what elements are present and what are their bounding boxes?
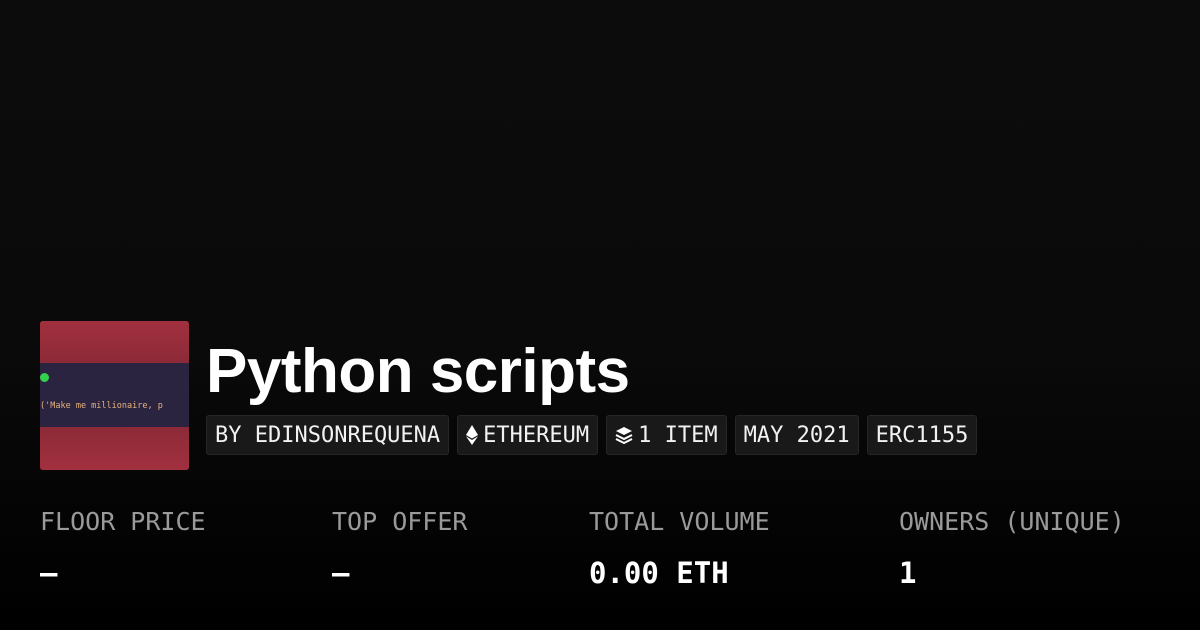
tag-chain: ETHEREUM xyxy=(457,415,599,455)
tag-date: MAY 2021 xyxy=(734,415,859,455)
tag-standard-label: ERC1155 xyxy=(875,422,969,448)
stat-floor-price: FLOOR PRICE – xyxy=(40,505,206,591)
tag-creator[interactable]: BY EDINSONREQUENA xyxy=(206,415,450,455)
thumbnail-code-band xyxy=(40,363,189,427)
stat-floor-price-value: – xyxy=(40,556,58,590)
thumbnail-code-text: ('Make me millionaire, p xyxy=(40,401,163,411)
stat-top-offer-label: TOP OFFER xyxy=(332,507,468,536)
stat-total-volume: TOTAL VOLUME 0.00 ETH xyxy=(589,505,770,591)
stat-total-volume-label: TOTAL VOLUME xyxy=(589,507,770,536)
stat-top-offer: TOP OFFER – xyxy=(332,505,467,591)
collection-tags: BY EDINSONREQUENA ETHEREUM 1 ITEM MAY 20… xyxy=(206,415,978,455)
stat-owners-label: OWNERS (UNIQUE) xyxy=(899,507,1125,536)
tag-chain-label: ETHEREUM xyxy=(483,422,590,448)
tag-standard: ERC1155 xyxy=(866,415,978,455)
layers-icon xyxy=(615,426,633,444)
collection-card: ('Make me millionaire, p Python scripts … xyxy=(0,0,1200,630)
tag-items-label: 1 ITEM xyxy=(638,422,718,448)
stat-owners-value: 1 xyxy=(899,556,917,590)
collection-thumbnail: ('Make me millionaire, p xyxy=(40,321,189,470)
collection-title: Python scripts xyxy=(206,337,630,406)
stat-floor-price-label: FLOOR PRICE xyxy=(40,507,206,536)
ethereum-icon xyxy=(466,425,479,445)
window-dot-icon xyxy=(40,373,49,382)
thumbnail-top-band xyxy=(40,321,189,363)
stat-top-offer-value: – xyxy=(332,556,350,590)
tag-creator-label: BY EDINSONREQUENA xyxy=(215,422,441,448)
thumbnail-bottom-band xyxy=(40,427,189,470)
tag-items: 1 ITEM xyxy=(606,415,727,455)
tag-date-label: MAY 2021 xyxy=(743,422,850,448)
stat-total-volume-value: 0.00 ETH xyxy=(589,556,729,590)
stat-owners: OWNERS (UNIQUE) 1 xyxy=(899,505,1125,591)
